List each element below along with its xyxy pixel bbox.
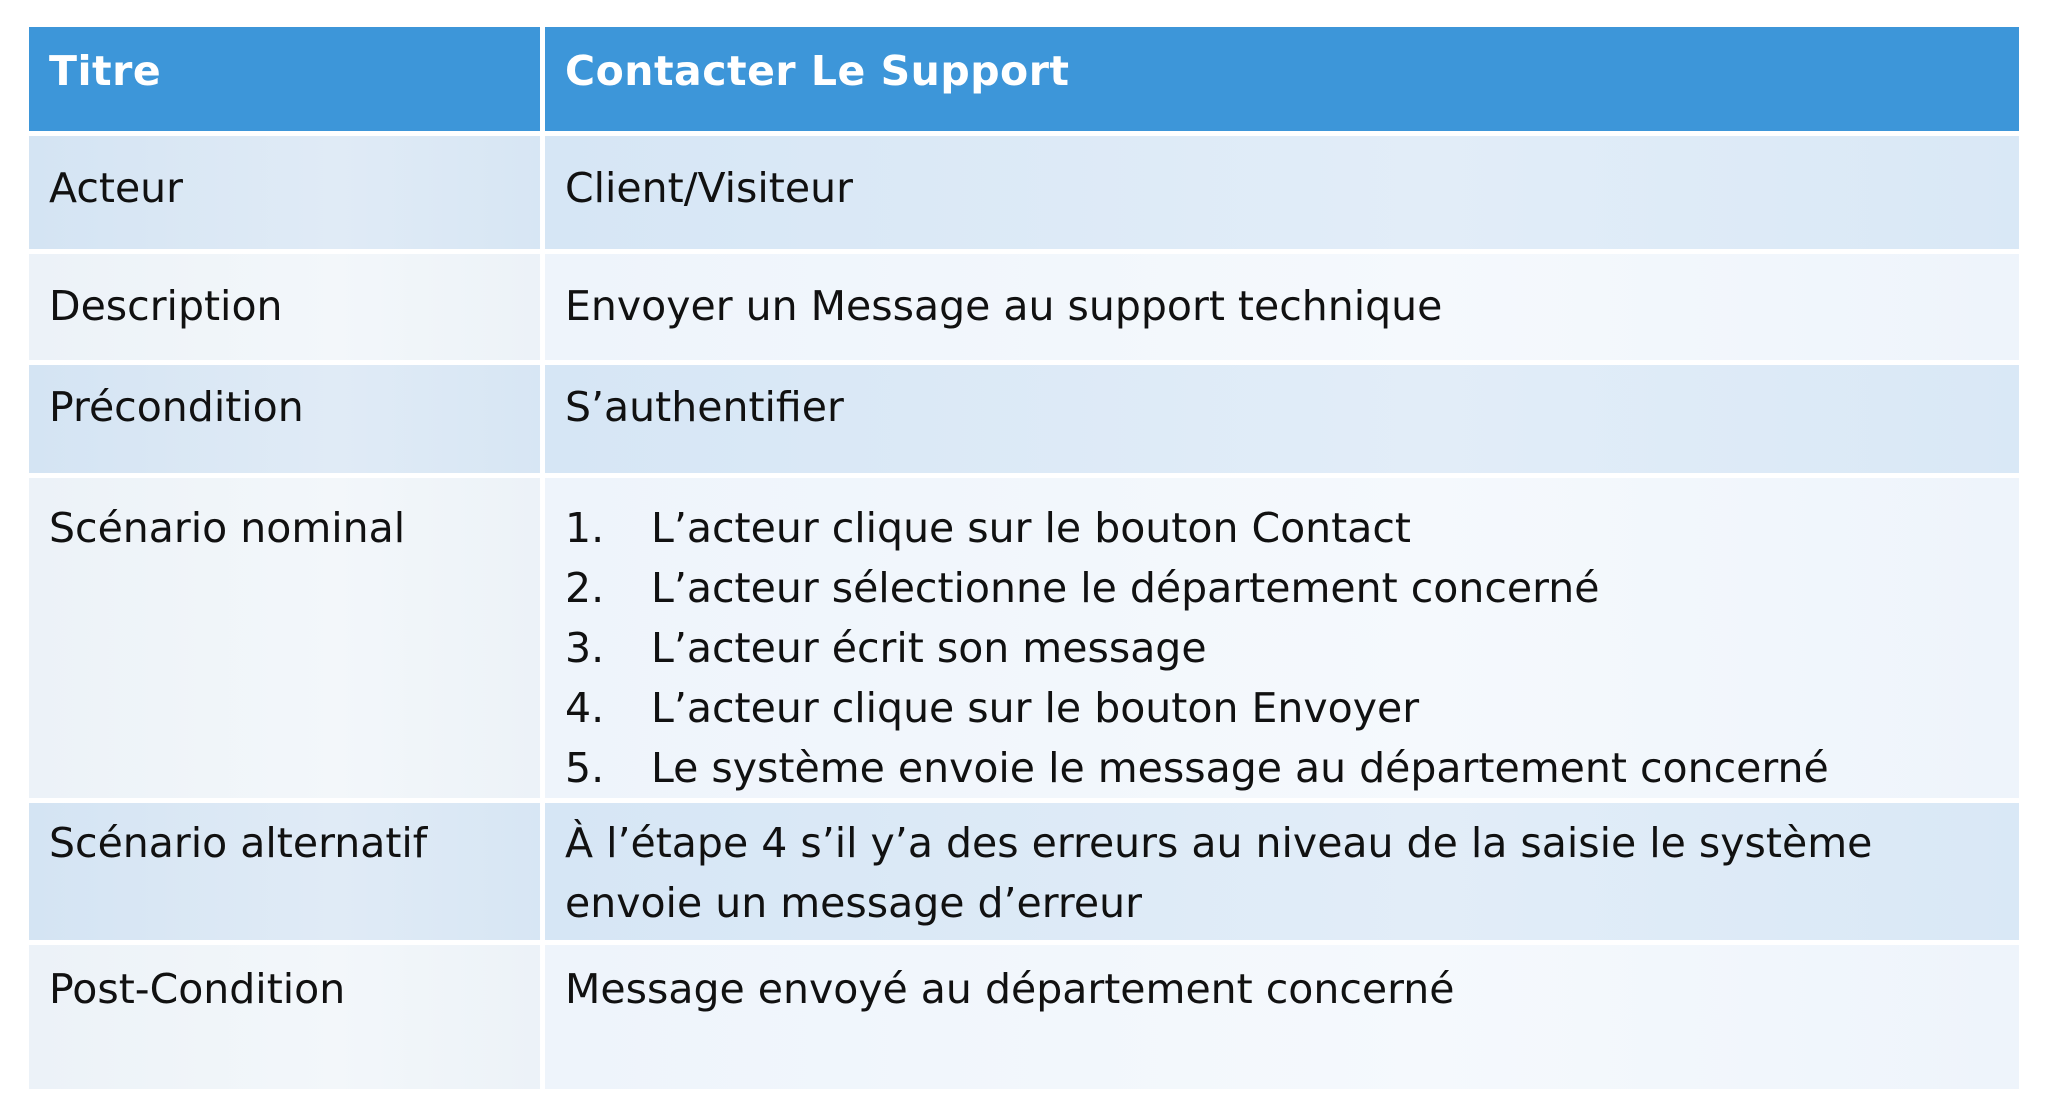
- step-text: L’acteur écrit son message: [651, 624, 1207, 672]
- header-title-cell: Contacter Le Support: [545, 27, 2019, 131]
- description-value: Envoyer un Message au support technique: [545, 254, 2019, 360]
- list-item-step-4: 4. L’acteur clique sur le bouton Envoyer: [565, 678, 1999, 738]
- acteur-value: Client/Visiteur: [545, 136, 2019, 249]
- table-row-acteur: Acteur Client/Visiteur: [29, 136, 2019, 249]
- description-label: Description: [29, 254, 540, 360]
- list-item-step-3: 3. L’acteur écrit son message: [565, 618, 1999, 678]
- step-number: 1.: [565, 504, 605, 552]
- header-label-cell: Titre: [29, 27, 540, 131]
- step-number: 5.: [565, 744, 605, 792]
- precondition-label: Précondition: [29, 365, 540, 473]
- acteur-label: Acteur: [29, 136, 540, 249]
- table-row-precondition: Précondition S’authentifier: [29, 365, 2019, 473]
- scenario-alternatif-label: Scénario alternatif: [29, 803, 540, 940]
- precondition-value: S’authentifier: [545, 365, 2019, 473]
- step-text: L’acteur sélectionne le département conc…: [651, 564, 1600, 612]
- table-row-scenario-alternatif: Scénario alternatif À l’étape 4 s’il y’a…: [29, 803, 2019, 940]
- list-item-step-2: 2. L’acteur sélectionne le département c…: [565, 558, 1999, 618]
- table-row-post-condition: Post-Condition Message envoyé au départe…: [29, 945, 2019, 1089]
- table-row-scenario-nominal: Scénario nominal 1. L’acteur clique sur …: [29, 478, 2019, 798]
- step-text: L’acteur clique sur le bouton Contact: [651, 504, 1411, 552]
- scenario-nominal-label: Scénario nominal: [29, 478, 540, 798]
- table-header-row: Titre Contacter Le Support: [29, 27, 2019, 131]
- step-number: 4.: [565, 684, 605, 732]
- scenario-steps-list: 1. L’acteur clique sur le bouton Contact…: [565, 498, 1999, 798]
- step-text: Le système envoie le message au départem…: [651, 744, 1829, 792]
- scenario-alternatif-value: À l’étape 4 s’il y’a des erreurs au nive…: [545, 803, 2019, 940]
- post-condition-value: Message envoyé au département concerné: [545, 945, 2019, 1089]
- list-item-step-1: 1. L’acteur clique sur le bouton Contact: [565, 498, 1999, 558]
- step-text: L’acteur clique sur le bouton Envoyer: [651, 684, 1420, 732]
- step-number: 2.: [565, 564, 605, 612]
- scenario-alternatif-text: À l’étape 4 s’il y’a des erreurs au nive…: [565, 819, 1873, 927]
- scenario-nominal-value: 1. L’acteur clique sur le bouton Contact…: [545, 478, 2019, 798]
- table-row-description: Description Envoyer un Message au suppor…: [29, 254, 2019, 360]
- step-number: 3.: [565, 624, 605, 672]
- list-item-step-5: 5. Le système envoie le message au dépar…: [565, 738, 1999, 798]
- post-condition-label: Post-Condition: [29, 945, 540, 1089]
- use-case-table: Titre Contacter Le Support Acteur Client…: [24, 22, 2024, 1094]
